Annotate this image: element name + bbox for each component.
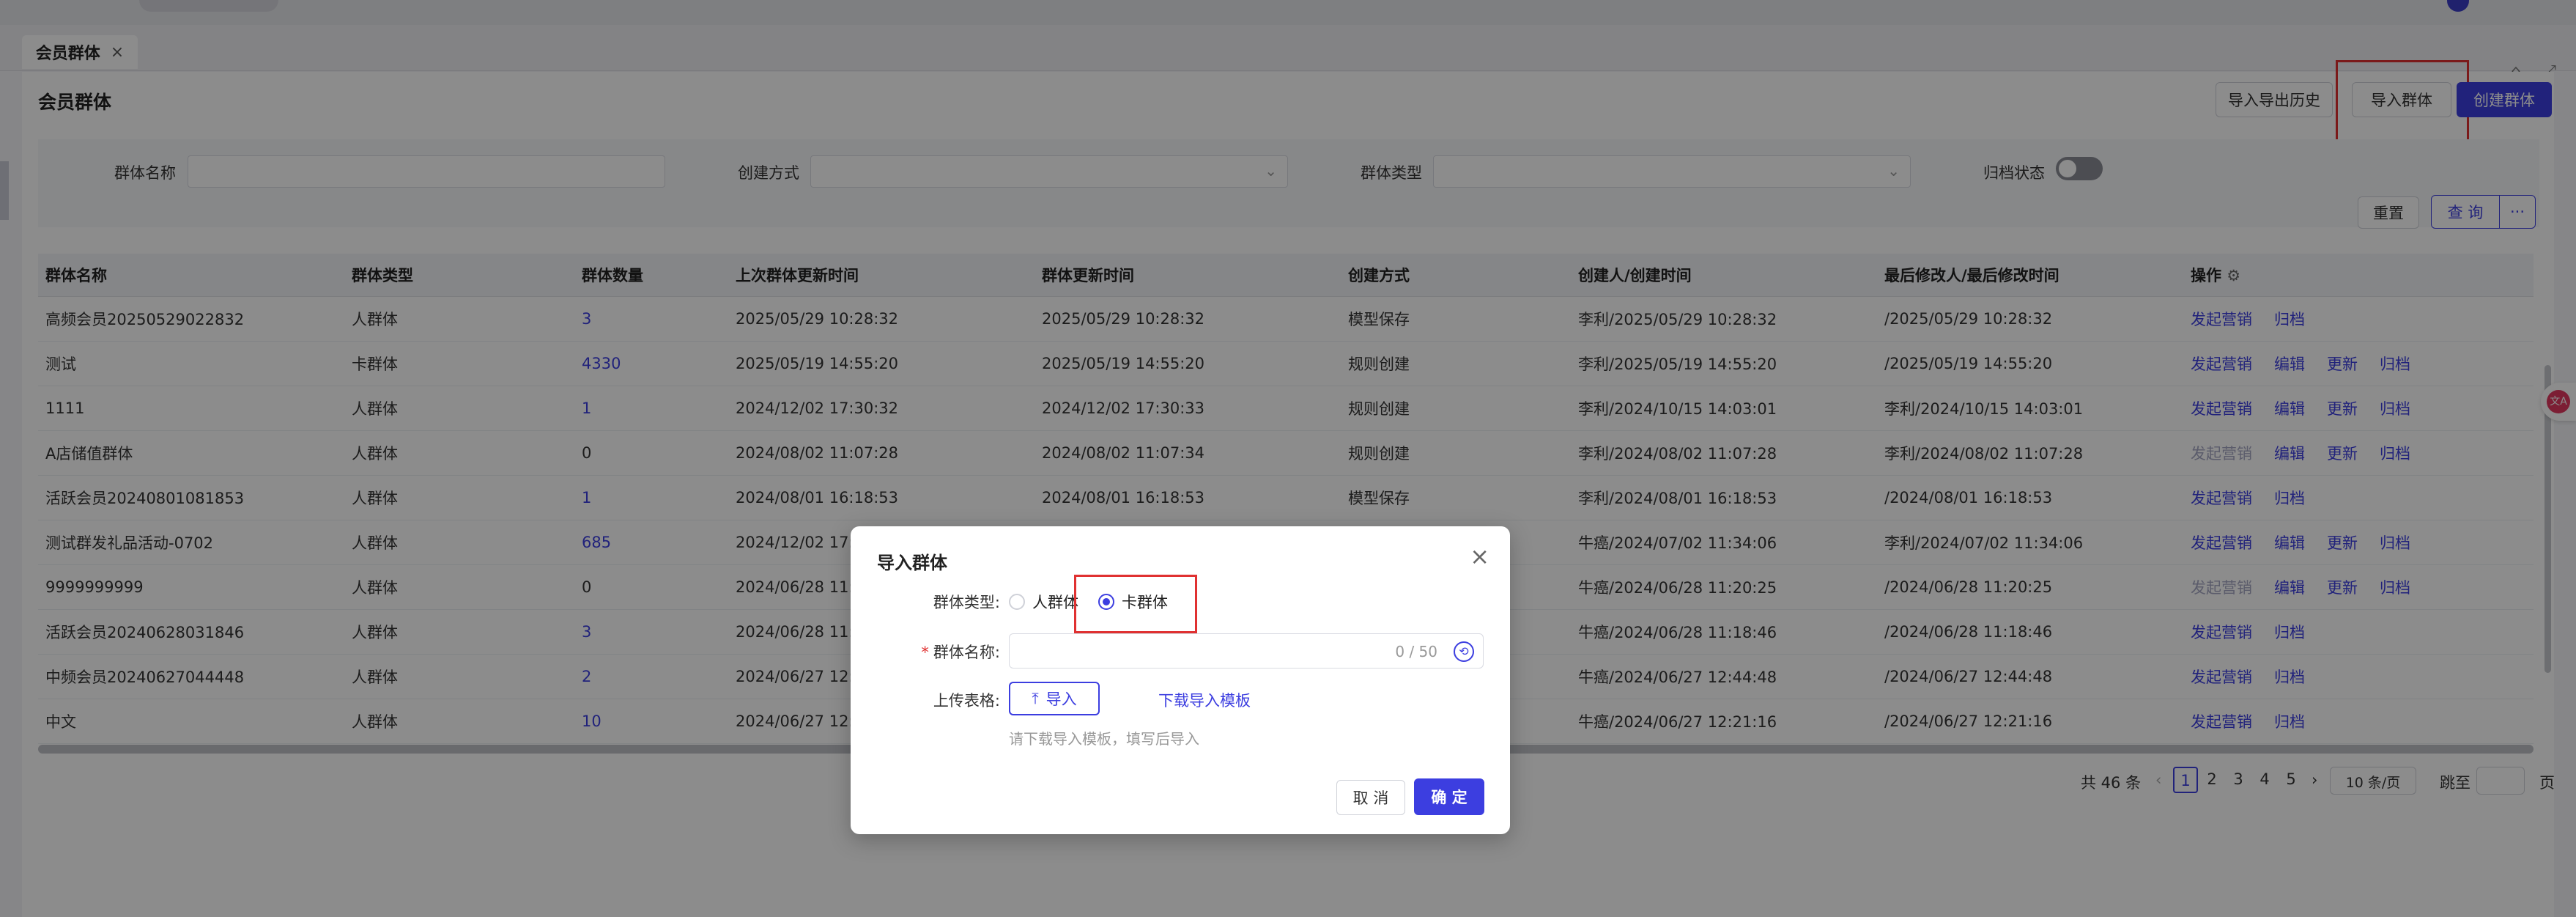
close-icon[interactable]: × <box>1470 542 1489 570</box>
name-char-counter: 0 / 50 <box>1395 643 1437 660</box>
radio-person-label: 人群体 <box>1032 594 1078 611</box>
confirm-button[interactable]: 确 定 <box>1414 778 1484 815</box>
cancel-button[interactable]: 取 消 <box>1336 780 1405 815</box>
group-name-label-text: 群体名称: <box>933 644 1000 661</box>
upload-hint: 请下载导入模板，填写后导入 <box>1009 730 1199 748</box>
group-name-field[interactable]: 0 / 50 ⟲ <box>1009 633 1484 669</box>
radio-person-group[interactable]: 人群体 <box>1009 591 1078 613</box>
modal-title: 导入群体 <box>877 553 947 573</box>
import-upload-button[interactable]: ⤒ 导入 <box>1009 682 1100 715</box>
download-template-link[interactable]: 下载导入模板 <box>1158 689 1251 711</box>
import-upload-label: 导入 <box>1045 690 1077 708</box>
group-name-label: * 群体名称: <box>851 641 1000 663</box>
ai-assist-icon[interactable]: ⟲ <box>1454 641 1474 662</box>
import-group-modal: 导入群体 × 群体类型: 人群体 卡群体 * 群体名称: 0 / 50 ⟲ 上传表… <box>851 526 1510 834</box>
group-type-label: 群体类型: <box>933 594 1000 611</box>
required-mark: * <box>921 644 929 661</box>
upload-table-label: 上传表格: <box>933 692 1000 710</box>
highlight-box-card-option <box>1074 575 1197 633</box>
radio-person-dot[interactable] <box>1009 594 1025 610</box>
upload-icon: ⤒ <box>1032 689 1039 707</box>
